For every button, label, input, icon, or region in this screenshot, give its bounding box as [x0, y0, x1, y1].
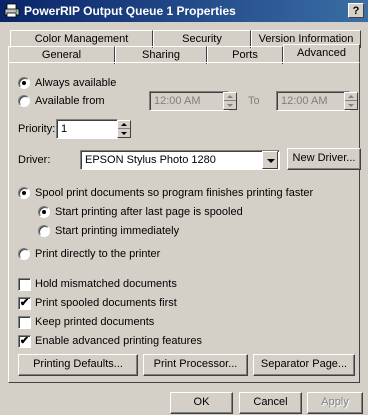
title-bar[interactable]: PowerRIP Output Queue 1 Properties ? — [0, 0, 368, 22]
print-directly-label: Print directly to the printer — [35, 248, 161, 260]
printing-defaults-button[interactable]: Printing Defaults... — [18, 354, 138, 376]
to-time-field[interactable]: 12:00 AM — [276, 91, 350, 111]
hold-mismatched-label: Hold mismatched documents — [35, 278, 177, 290]
priority-field[interactable]: 1 — [56, 119, 118, 139]
print-spooled-first-label: Print spooled documents first — [35, 297, 177, 309]
print-spooled-first-checkbox[interactable]: ✔ — [18, 297, 31, 310]
help-button[interactable]: ? — [348, 3, 364, 18]
ok-button[interactable]: OK — [170, 392, 233, 414]
to-time-spinner[interactable] — [344, 92, 358, 110]
keep-printed-checkbox[interactable] — [18, 316, 31, 329]
print-directly-radio[interactable] — [18, 248, 30, 260]
enable-advanced-checkbox[interactable]: ✔ — [18, 335, 31, 348]
driver-label: Driver: — [18, 154, 51, 166]
start-after-last-radio[interactable] — [38, 206, 50, 218]
always-available-label: Always available — [35, 77, 117, 89]
chevron-down-icon[interactable] — [262, 151, 278, 169]
keep-printed-label: Keep printed documents — [35, 316, 155, 328]
window-title: PowerRIP Output Queue 1 Properties — [24, 4, 236, 18]
available-from-radio[interactable] — [18, 95, 30, 107]
priority-spinner[interactable] — [117, 120, 131, 138]
available-from-label: Available from — [35, 95, 105, 107]
priority-label: Priority: — [18, 123, 56, 135]
properties-dialog: PowerRIP Output Queue 1 Properties ? Col… — [0, 0, 368, 415]
hold-mismatched-checkbox[interactable] — [18, 278, 31, 291]
apply-button[interactable]: Apply — [307, 392, 363, 414]
printer-icon — [4, 3, 20, 18]
always-available-radio[interactable] — [18, 77, 30, 89]
enable-advanced-label: Enable advanced printing features — [35, 335, 202, 347]
start-immediately-label: Start printing immediately — [55, 225, 180, 237]
cancel-button[interactable]: Cancel — [239, 392, 302, 414]
separator-page-button[interactable]: Separator Page... — [253, 354, 355, 376]
print-processor-button[interactable]: Print Processor... — [143, 354, 248, 376]
from-time-spinner[interactable] — [223, 92, 237, 110]
tab-advanced[interactable]: Advanced — [283, 44, 360, 63]
spool-radio[interactable] — [18, 187, 30, 199]
new-driver-button[interactable]: New Driver... — [287, 148, 361, 170]
to-label: To — [248, 95, 260, 107]
spool-label: Spool print documents so program finishe… — [35, 187, 314, 199]
driver-select[interactable]: EPSON Stylus Photo 1280 — [80, 150, 280, 170]
start-immediately-radio[interactable] — [38, 225, 50, 237]
start-after-last-label: Start printing after last page is spoole… — [55, 206, 243, 218]
from-time-field[interactable]: 12:00 AM — [149, 91, 229, 111]
